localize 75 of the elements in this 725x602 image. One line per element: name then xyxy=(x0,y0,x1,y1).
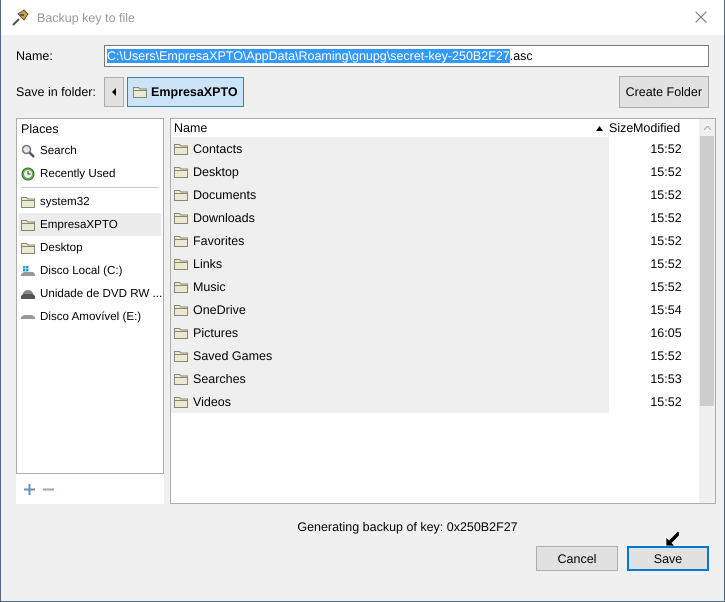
modified-time: 15:52 xyxy=(649,348,683,362)
create-folder-button[interactable]: Create Folder xyxy=(618,76,709,108)
file-item[interactable]: Pictures xyxy=(171,321,609,344)
file-item[interactable]: OneDrive xyxy=(171,298,609,321)
scroll-up-icon[interactable] xyxy=(704,126,710,130)
name-label: Name: xyxy=(16,49,54,63)
folder-crumb[interactable]: EmpresaXPTO xyxy=(127,77,244,107)
sort-arrow-icon xyxy=(596,126,603,130)
modified-time: 15:52 xyxy=(649,256,683,270)
add-icon[interactable] xyxy=(24,484,35,494)
file-item[interactable]: Music xyxy=(171,275,609,298)
left-arrow-icon xyxy=(112,88,116,96)
remove-icon[interactable] xyxy=(43,488,54,490)
file-item[interactable]: Desktop xyxy=(171,160,609,183)
clock-icon xyxy=(21,166,35,180)
app-icon xyxy=(11,8,29,26)
file-item[interactable]: Documents xyxy=(171,183,609,206)
folder-icon xyxy=(174,142,188,154)
folder-icon xyxy=(21,218,35,230)
folder-icon xyxy=(21,196,35,208)
drive-icon xyxy=(21,264,35,276)
place-item[interactable]: EmpresaXPTO xyxy=(19,213,161,236)
file-item[interactable]: Searches xyxy=(171,367,609,390)
folder-icon xyxy=(133,86,147,98)
place-item[interactable]: Disco Amovível (E:) xyxy=(19,305,161,328)
folder-label: Save in folder: xyxy=(16,85,97,99)
file-item[interactable]: Favorites xyxy=(171,229,609,252)
search-icon xyxy=(21,144,35,158)
folder-icon xyxy=(174,326,188,338)
file-item[interactable]: Videos xyxy=(171,390,609,413)
cursor-icon xyxy=(663,530,679,546)
file-item[interactable]: Downloads xyxy=(171,206,609,229)
folder-icon xyxy=(174,396,188,408)
modified-time: 15:52 xyxy=(649,188,683,202)
status-message: Generating backup of key: 0x250B2F27 xyxy=(296,519,519,534)
place-item[interactable]: Disco Local (C:) xyxy=(19,259,161,282)
folder-icon xyxy=(21,242,35,254)
scrollbar[interactable] xyxy=(699,119,715,503)
modified-time: 15:54 xyxy=(649,302,683,316)
place-item[interactable]: Desktop xyxy=(19,236,161,259)
place-item[interactable]: Unidade de DVD RW ... xyxy=(19,282,161,305)
place-item[interactable]: Recently Used xyxy=(19,162,161,185)
place-item[interactable]: Search xyxy=(19,139,161,162)
column-header[interactable]: Name xyxy=(174,121,208,135)
places-header: Places xyxy=(20,121,60,138)
dvd-drive-icon xyxy=(21,288,35,300)
modified-time: 16:05 xyxy=(649,326,683,340)
modified-time: 15:52 xyxy=(649,394,683,408)
modified-time: 15:53 xyxy=(649,372,683,386)
modified-time: 15:52 xyxy=(649,280,683,294)
folder-icon xyxy=(174,166,188,178)
modified-time: 15:52 xyxy=(649,164,683,178)
folder-icon xyxy=(174,372,188,384)
modified-time: 15:52 xyxy=(649,210,683,224)
file-item[interactable]: Saved Games xyxy=(171,344,609,367)
window-title: Backup key to file xyxy=(37,10,136,24)
folder-icon xyxy=(174,188,188,200)
modified-time: 15:52 xyxy=(649,234,683,248)
file-item[interactable]: Contacts xyxy=(171,137,609,160)
back-button[interactable] xyxy=(104,77,124,107)
folder-icon xyxy=(174,280,188,292)
folder-icon xyxy=(174,304,188,316)
folder-icon xyxy=(174,258,188,270)
dialog-button[interactable]: Save xyxy=(627,546,709,571)
folder-icon xyxy=(174,234,188,246)
drive-icon xyxy=(21,314,35,318)
name-field[interactable]: C:\Users\EmpresaXPTO\AppData\Roaming\gnupg\secret-key-250B2F27.asc xyxy=(104,45,709,67)
column-header[interactable]: Size xyxy=(609,121,631,135)
dialog-button[interactable]: Cancel xyxy=(536,546,618,571)
close-button[interactable]: × xyxy=(678,0,724,35)
place-item[interactable]: system32 xyxy=(19,190,161,213)
modified-time: 15:52 xyxy=(649,142,683,156)
folder-icon xyxy=(174,212,188,224)
folder-icon xyxy=(174,350,188,362)
file-item[interactable]: Links xyxy=(171,252,609,275)
